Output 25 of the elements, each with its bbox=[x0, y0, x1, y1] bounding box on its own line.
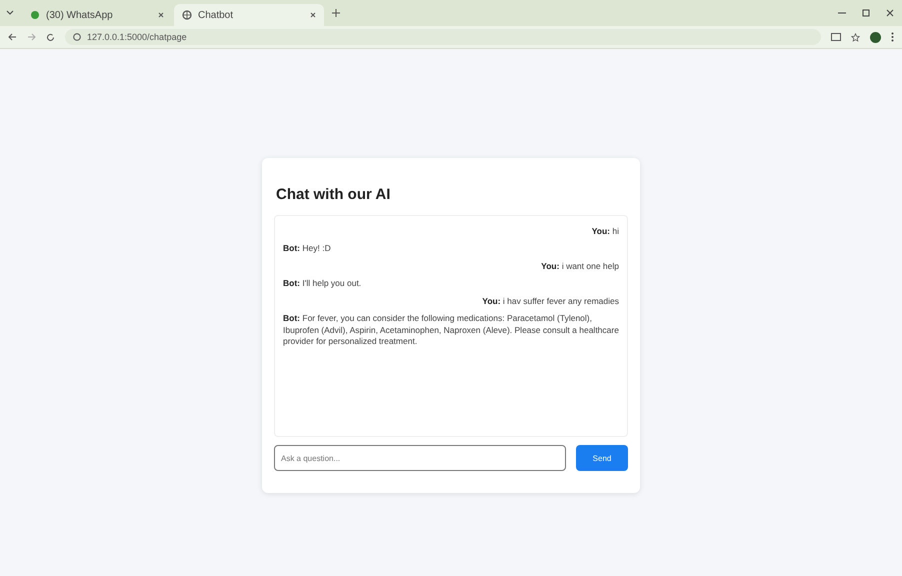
menu-icon[interactable] bbox=[891, 32, 894, 42]
browser-tab[interactable]: Chatbot bbox=[174, 4, 324, 26]
restore-icon[interactable] bbox=[862, 9, 870, 17]
close-icon[interactable] bbox=[158, 12, 164, 18]
user-message: You: hi bbox=[592, 226, 619, 238]
send-button[interactable]: Send bbox=[576, 445, 628, 471]
back-arrow-icon[interactable] bbox=[8, 33, 17, 41]
globe-icon bbox=[182, 10, 192, 20]
caret-icon[interactable] bbox=[6, 10, 14, 16]
close-icon[interactable] bbox=[310, 12, 316, 18]
bot-message: Bot: I'll help you out. bbox=[283, 278, 362, 290]
new-tab-icon[interactable] bbox=[332, 9, 340, 17]
question-input[interactable]: Ask a question... bbox=[274, 445, 566, 471]
close-icon[interactable] bbox=[886, 9, 894, 17]
profile-avatar-icon[interactable] bbox=[870, 32, 881, 42]
user-message: You: i hav suffer fever any remadies bbox=[482, 296, 619, 308]
star-icon[interactable] bbox=[851, 32, 860, 42]
chat-title: Chat with our AI bbox=[276, 186, 392, 203]
url-text: 127.0.0.1:5000/chatpage bbox=[87, 32, 187, 42]
browser-tab[interactable]: (30) WhatsApp bbox=[22, 4, 172, 26]
user-message: You: i want one help bbox=[541, 260, 619, 272]
reload-icon[interactable] bbox=[46, 32, 55, 42]
bot-message: Bot: Hey! :D bbox=[283, 243, 332, 255]
address-bar[interactable]: 127.0.0.1:5000/chatpage bbox=[65, 29, 821, 45]
bot-message: Bot: For fever, you can consider the following medications: Paracetamol (Tylenol), Ibuprofen (Advil), Aspirin, Acetaminophen, Naproxen (Aleve). Please consult a healthcare provider for personalized treatment. bbox=[283, 313, 619, 348]
